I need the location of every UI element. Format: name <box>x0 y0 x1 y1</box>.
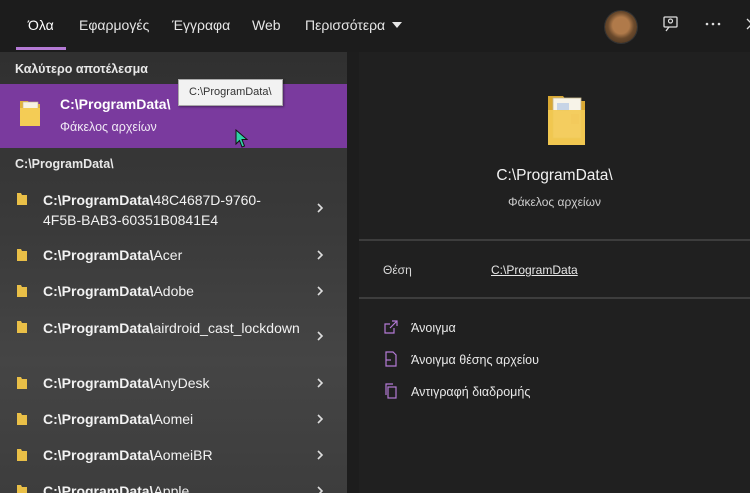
feedback-icon[interactable] <box>659 14 683 38</box>
result-path-prefix: C:\ProgramData\ <box>43 247 154 263</box>
tab-apps[interactable]: Εφαρμογές <box>79 0 149 52</box>
results-heading: C:\ProgramData\ <box>15 157 114 171</box>
chevron-right-icon[interactable] <box>315 286 325 296</box>
result-path-prefix: C:\ProgramData\ <box>43 283 154 299</box>
result-folder-name: Acer <box>153 247 183 263</box>
divider <box>359 297 750 299</box>
result-folder-name: airdroid_cast_lockdown <box>153 320 300 336</box>
folder-icon <box>16 248 28 267</box>
location-link[interactable]: C:\ProgramData <box>491 263 578 277</box>
folder-icon <box>16 320 28 339</box>
list-item[interactable]: C:\ProgramData\Apple <box>0 480 347 493</box>
chevron-right-icon[interactable] <box>315 203 325 213</box>
close-icon[interactable] <box>740 14 750 38</box>
result-path-prefix: C:\ProgramData\ <box>43 483 154 493</box>
list-item[interactable]: C:\ProgramData\AnyDesk <box>0 372 347 394</box>
path-tooltip: C:\ProgramData\ <box>178 79 283 106</box>
list-item[interactable]: C:\ProgramData\AomeiBR <box>0 444 347 466</box>
details-panel: C:\ProgramData\ Φάκελος αρχείων Θέση C:\… <box>359 52 750 493</box>
copy-path-icon <box>385 383 397 399</box>
more-icon[interactable] <box>701 14 725 38</box>
chevron-right-icon[interactable] <box>315 378 325 388</box>
file-location-icon <box>385 351 397 367</box>
list-item[interactable]: C:\ProgramData\Acer <box>0 244 347 266</box>
folder-icon <box>18 98 42 133</box>
best-match-subtitle: Φάκελος αρχείων <box>60 120 157 134</box>
details-subtitle: Φάκελος αρχείων <box>508 195 601 209</box>
folder-icon <box>16 284 28 303</box>
search-header: Όλα Εφαρμογές Έγγραφα Web Περισσότερα <box>0 0 750 52</box>
folder-icon <box>16 412 28 431</box>
folder-icon <box>16 448 28 467</box>
result-path-prefix: C:\ProgramData\ <box>43 447 154 463</box>
open-icon <box>384 320 398 334</box>
best-match-item[interactable]: C:\ProgramData\ Φάκελος αρχείων <box>0 84 347 148</box>
result-folder-name: Apple <box>153 483 190 493</box>
best-match-title: C:\ProgramData\ <box>60 96 171 112</box>
location-label: Θέση <box>383 263 412 277</box>
chevron-right-icon[interactable] <box>315 450 325 460</box>
result-path-prefix: C:\ProgramData\ <box>43 411 154 427</box>
list-item[interactable]: C:\ProgramData\48C4687D-9760-4F5B-BAB3-6… <box>0 188 347 232</box>
result-path-prefix: C:\ProgramData\ <box>43 375 154 391</box>
mouse-cursor-icon <box>235 129 249 148</box>
list-item[interactable]: C:\ProgramData\Aomei <box>0 408 347 430</box>
divider <box>359 239 750 241</box>
result-folder-name: Aomei <box>153 411 194 427</box>
list-item[interactable]: C:\ProgramData\Adobe <box>0 280 347 302</box>
chevron-right-icon[interactable] <box>315 486 325 493</box>
open-action-label: Άνοιγμα <box>411 321 456 335</box>
result-folder-name: Adobe <box>153 283 194 299</box>
tab-more[interactable]: Περισσότερα <box>305 0 403 52</box>
tab-all[interactable]: Όλα <box>16 0 66 52</box>
tab-documents[interactable]: Έγγραφα <box>172 0 230 52</box>
folder-icon <box>16 484 28 493</box>
copy-path-label: Αντιγραφή διαδρομής <box>411 385 531 399</box>
tab-web[interactable]: Web <box>252 0 281 52</box>
result-folder-name: AomeiBR <box>153 447 213 463</box>
tab-more-label: Περισσότερα <box>305 17 386 33</box>
list-item[interactable]: C:\ProgramData\airdroid_cast_lockdown <box>0 316 347 360</box>
details-title: C:\ProgramData\ <box>496 167 613 184</box>
result-folder-name: AnyDesk <box>153 375 210 391</box>
folder-icon <box>545 90 589 153</box>
result-path-prefix: C:\ProgramData\ <box>43 320 154 336</box>
avatar[interactable] <box>605 11 637 43</box>
panel-separator <box>347 52 359 493</box>
open-file-location-label: Άνοιγμα θέσης αρχείου <box>411 353 539 367</box>
folder-icon <box>16 192 28 211</box>
results-panel: Καλύτερο αποτέλεσμα C:\ProgramData\ Φάκε… <box>0 52 347 493</box>
chevron-right-icon[interactable] <box>315 250 325 260</box>
chevron-right-icon[interactable] <box>315 414 325 424</box>
best-match-heading: Καλύτερο αποτέλεσμα <box>15 62 148 76</box>
chevron-right-icon[interactable] <box>315 331 325 341</box>
folder-icon <box>16 376 28 395</box>
chevron-down-icon <box>392 22 403 29</box>
result-path-prefix: C:\ProgramData\ <box>43 192 154 208</box>
